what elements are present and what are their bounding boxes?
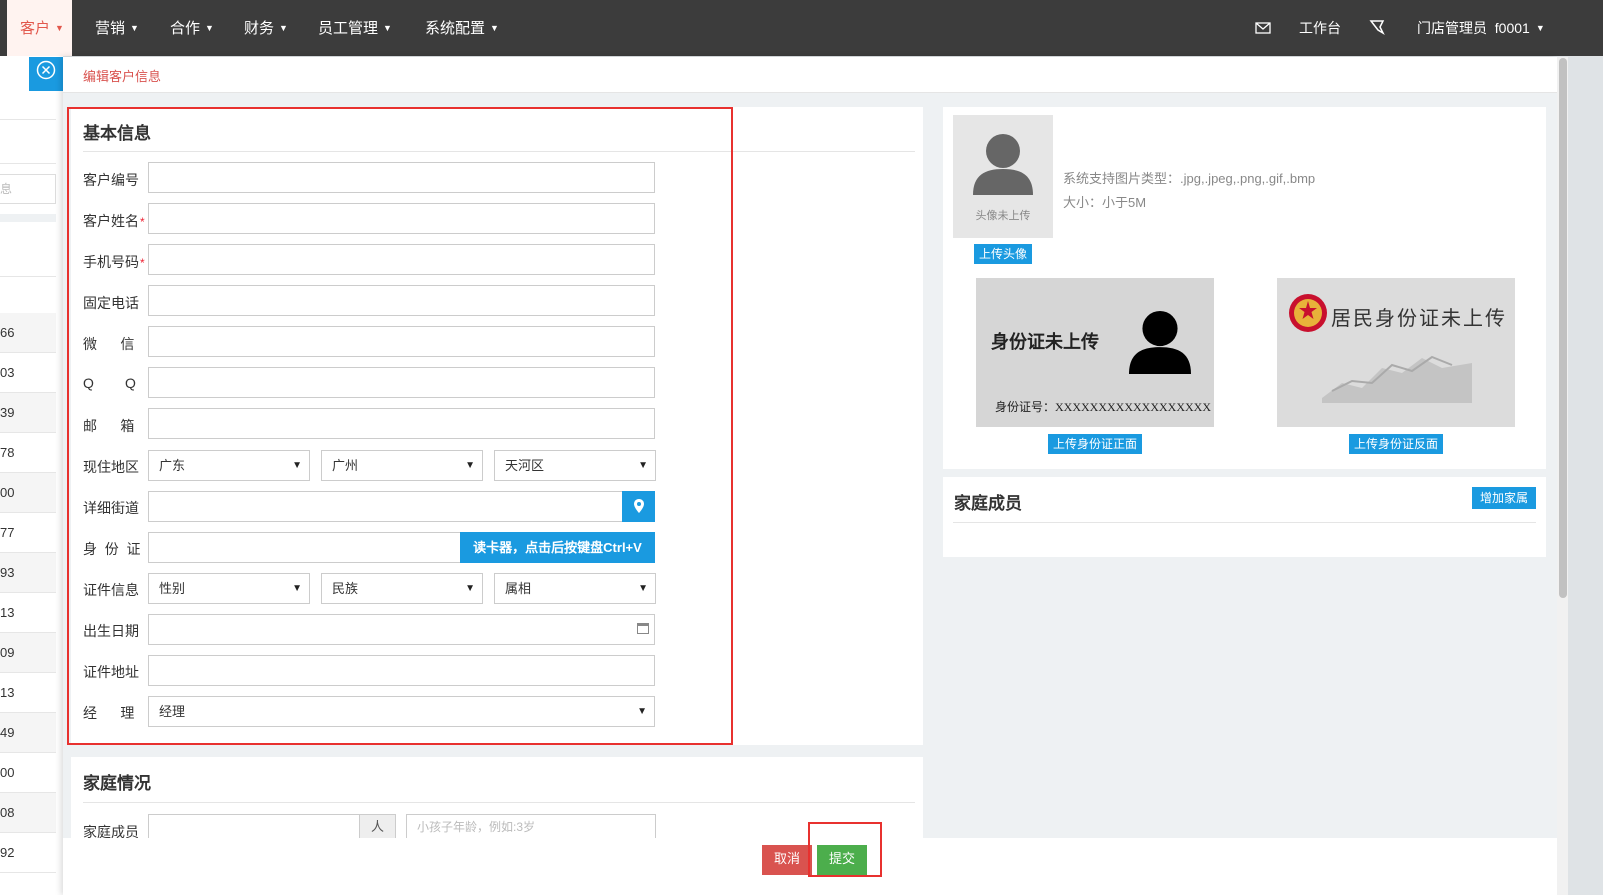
- list-row[interactable]: 49: [0, 713, 56, 753]
- family-title: 家庭情况: [83, 774, 151, 793]
- caret-down-icon: ▼: [205, 23, 214, 33]
- divider: [83, 802, 915, 803]
- idcard-number-text: 身份证号：XXXXXXXXXXXXXXXXXX: [995, 400, 1211, 414]
- caret-down-icon: ▼: [55, 23, 64, 33]
- idcard-front-placeholder: 身份证未上传 身份证号：XXXXXXXXXXXXXXXXXX: [976, 278, 1214, 427]
- list-row[interactable]: 08: [0, 793, 56, 833]
- upload-avatar-button[interactable]: 上传头像: [974, 244, 1032, 264]
- caret-down-icon: ▼: [279, 23, 288, 33]
- family-members-title: 家庭成员: [954, 494, 1022, 513]
- list-row[interactable]: 09: [0, 633, 56, 673]
- close-panel-button[interactable]: [29, 57, 63, 91]
- idcard-back-title: 居民身份证未上传: [1331, 308, 1507, 330]
- idcard-front-title: 身份证未上传: [991, 332, 1099, 352]
- highlight-box: [67, 107, 733, 745]
- divider: [953, 522, 1536, 523]
- list-row[interactable]: 77: [0, 513, 56, 553]
- workbench-link[interactable]: 工作台: [1299, 0, 1341, 56]
- list-row[interactable]: 66: [0, 313, 56, 353]
- caret-down-icon: ▼: [130, 23, 139, 33]
- upload-idcard-front-button[interactable]: 上传身份证正面: [1048, 434, 1142, 454]
- nav-item-cooperation[interactable]: 合作 ▼: [170, 0, 214, 56]
- list-row[interactable]: 78: [0, 433, 56, 473]
- person-icon: [973, 134, 1033, 195]
- list-row[interactable]: 00: [0, 753, 56, 793]
- nav-item-customer[interactable]: 客户 ▼: [7, 0, 72, 56]
- list-row[interactable]: 92: [0, 833, 56, 873]
- edit-customer-panel: 编辑客户信息 基本信息 客户编号 客户姓名* 手机号码* 固定电话 微 信 Q …: [63, 57, 1557, 895]
- caret-down-icon: ▼: [490, 23, 499, 33]
- user-menu[interactable]: 门店管理员 f0001 ▼: [1417, 0, 1545, 56]
- highlight-box: [808, 822, 882, 877]
- list-row[interactable]: 13: [0, 593, 56, 633]
- avatar-placeholder-text: 头像未上传: [975, 210, 1031, 222]
- list-row[interactable]: 00: [0, 473, 56, 513]
- nav-item-finance[interactable]: 财务 ▼: [244, 0, 288, 56]
- person-icon: [1129, 310, 1191, 374]
- list-row[interactable]: 03: [0, 353, 56, 393]
- caret-down-icon: ▼: [1535, 23, 1545, 33]
- nav-item-system[interactable]: 系统配置 ▼: [425, 0, 499, 56]
- list-row[interactable]: 93: [0, 553, 56, 593]
- unit-addon: 人: [359, 814, 396, 838]
- family-members-card: 家庭成员 增加家属: [943, 477, 1546, 557]
- photos-card: 头像未上传 上传头像 系统支持图片类型：.jpg,.jpeg,.png,.gif…: [943, 107, 1546, 469]
- cancel-button[interactable]: 取消: [762, 845, 812, 875]
- great-wall-illustration: [1322, 355, 1472, 403]
- top-nav: 客户 ▼ 营销 ▼ 合作 ▼ 财务 ▼ 员工管理 ▼ 系统配置 ▼ 工作台 门店管理员 f0…: [0, 0, 1603, 56]
- nav-item-staff[interactable]: 员工管理 ▼: [318, 0, 392, 56]
- idcard-back-placeholder: 居民身份证未上传: [1277, 278, 1515, 427]
- breadcrumb-bar: [63, 57, 1557, 93]
- divider: [0, 214, 56, 222]
- divider: [0, 276, 56, 277]
- caret-down-icon: ▼: [383, 23, 392, 33]
- emblem-icon: [1289, 294, 1327, 332]
- avatar-placeholder: 头像未上传: [953, 115, 1053, 238]
- mail-icon[interactable]: [1255, 0, 1271, 56]
- size-limit-text: 大小：小于5M: [1063, 195, 1147, 210]
- divider: [0, 119, 56, 120]
- divider: [0, 163, 56, 164]
- family-member-count-input[interactable]: [148, 814, 360, 838]
- list-search-input[interactable]: 息: [0, 174, 56, 204]
- upload-idcard-back-button[interactable]: 上传身份证反面: [1349, 434, 1443, 454]
- pin-icon[interactable]: [1369, 0, 1387, 56]
- scrollbar-thumb[interactable]: [1559, 58, 1567, 598]
- family-card: 家庭情况 家庭成员 人 小孩子年龄，例如:3岁: [71, 757, 923, 840]
- breadcrumb: 编辑客户信息: [83, 69, 162, 84]
- close-icon: [36, 60, 56, 80]
- list-row[interactable]: 39: [0, 393, 56, 433]
- nav-item-marketing[interactable]: 营销 ▼: [95, 0, 139, 56]
- child-age-input[interactable]: 小孩子年龄，例如:3岁: [406, 814, 656, 838]
- supported-types-text: 系统支持图片类型：.jpg,.jpeg,.png,.gif,.bmp: [1063, 171, 1316, 186]
- list-row[interactable]: 13: [0, 673, 56, 713]
- add-family-button[interactable]: 增加家属: [1472, 487, 1536, 509]
